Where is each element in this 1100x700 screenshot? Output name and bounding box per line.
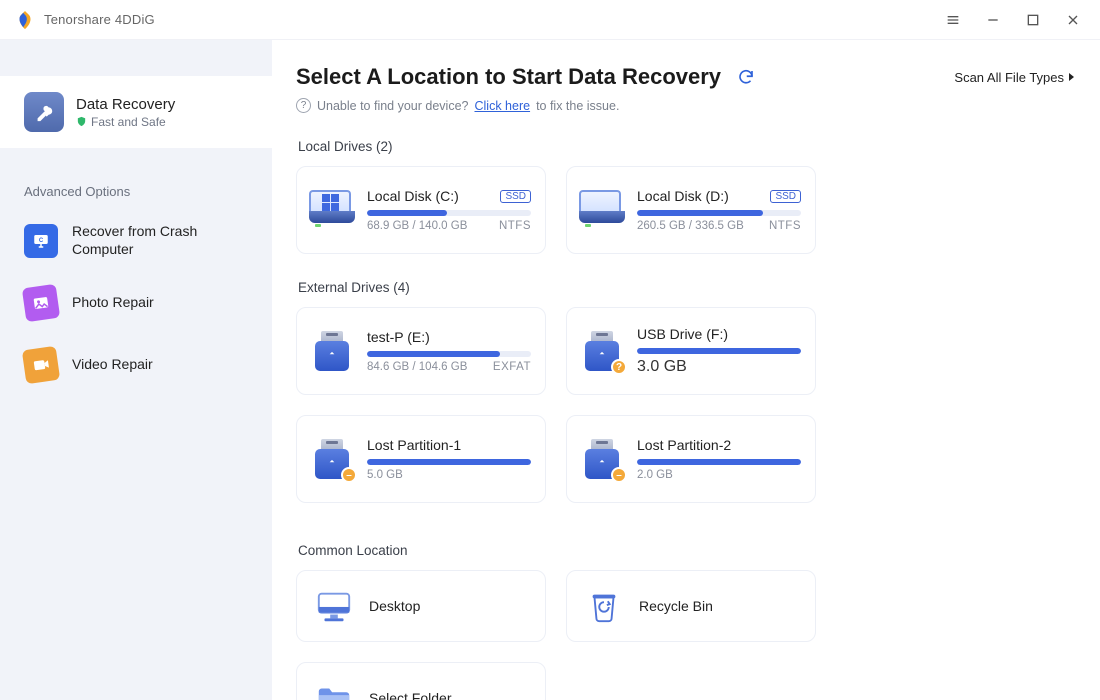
- brand-name: Tenorshare 4DDiG: [44, 12, 155, 27]
- drive-card-local-c[interactable]: Local Disk (C:) SSD 68.9 GB / 140.0 GB N…: [296, 166, 546, 254]
- advanced-options-label: Advanced Options: [0, 184, 272, 209]
- brand-logo-icon: [14, 9, 36, 31]
- drive-size: 3.0 GB: [637, 358, 801, 376]
- device-hint-link[interactable]: Click here: [474, 99, 530, 113]
- common-card-recycle[interactable]: Recycle Bin: [566, 570, 816, 642]
- minimize-icon[interactable]: [980, 7, 1006, 33]
- drive-name: Lost Partition-2: [637, 437, 731, 453]
- menu-icon[interactable]: [940, 7, 966, 33]
- photo-icon: [22, 284, 60, 322]
- close-icon[interactable]: [1060, 7, 1086, 33]
- maximize-icon[interactable]: [1020, 7, 1046, 33]
- capacity-bar: [367, 459, 531, 465]
- monitor-icon: C: [24, 224, 58, 258]
- drive-filesystem: NTFS: [769, 220, 801, 232]
- sidebar-primary-title: Data Recovery: [76, 96, 175, 113]
- capacity-bar: [637, 348, 801, 354]
- common-card-desktop[interactable]: Desktop: [296, 570, 546, 642]
- drive-size: 5.0 GB: [367, 469, 531, 481]
- device-hint: ? Unable to find your device? Click here…: [296, 98, 1076, 113]
- drive-card-external-f[interactable]: ? USB Drive (F:) 3.0 GB: [566, 307, 816, 395]
- help-icon: ?: [296, 98, 311, 113]
- recycle-bin-icon: [581, 586, 627, 626]
- common-name: Desktop: [369, 598, 420, 614]
- common-name: Select Folder: [369, 690, 451, 700]
- capacity-bar: [637, 459, 801, 465]
- drive-size: 2.0 GB: [637, 469, 801, 481]
- usb-icon: ?: [579, 331, 625, 371]
- drive-name: USB Drive (F:): [637, 326, 728, 342]
- tools-icon: [24, 92, 64, 132]
- video-icon: [22, 346, 60, 384]
- warning-badge-icon: –: [341, 467, 357, 483]
- sidebar-item-photo-repair[interactable]: Photo Repair: [0, 272, 272, 334]
- title-bar: Tenorshare 4DDiG: [0, 0, 1100, 40]
- scan-file-types-dropdown[interactable]: Scan All File Types: [954, 70, 1076, 85]
- hdd-icon: [309, 190, 355, 230]
- chevron-right-icon: [1068, 72, 1076, 82]
- capacity-bar: [367, 351, 531, 357]
- drive-size: 260.5 GB / 336.5 GB: [637, 220, 744, 232]
- section-label-local: Local Drives (2): [298, 139, 1076, 154]
- drive-card-lost-2[interactable]: – Lost Partition-2 2.0 GB: [566, 415, 816, 503]
- drive-card-lost-1[interactable]: – Lost Partition-1 5.0 GB: [296, 415, 546, 503]
- capacity-bar: [637, 210, 801, 216]
- sidebar: Data Recovery Fast and Safe Advanced Opt…: [0, 40, 272, 700]
- capacity-bar: [367, 210, 531, 216]
- drive-name: Lost Partition-1: [367, 437, 461, 453]
- sidebar-item-label: Photo Repair: [72, 294, 154, 312]
- warning-badge-icon: ?: [611, 359, 627, 375]
- drive-card-local-d[interactable]: Local Disk (D:) SSD 260.5 GB / 336.5 GB …: [566, 166, 816, 254]
- drive-name: test-P (E:): [367, 329, 430, 345]
- sidebar-primary-subtitle: Fast and Safe: [76, 115, 175, 129]
- section-label-common: Common Location: [298, 543, 1076, 558]
- desktop-icon: [311, 586, 357, 626]
- drive-filesystem: EXFAT: [493, 361, 531, 373]
- warning-badge-icon: –: [611, 467, 627, 483]
- sidebar-item-video-repair[interactable]: Video Repair: [0, 334, 272, 396]
- page-title: Select A Location to Start Data Recovery: [296, 64, 721, 90]
- ssd-badge: SSD: [500, 190, 531, 203]
- shield-check-icon: [76, 116, 87, 127]
- common-card-select-folder[interactable]: Select Folder: [296, 662, 546, 700]
- usb-icon: –: [579, 439, 625, 479]
- folder-icon: [311, 678, 357, 700]
- main-panel: Select A Location to Start Data Recovery…: [272, 40, 1100, 700]
- sidebar-item-label: Recover from Crash Computer: [72, 223, 222, 258]
- refresh-button[interactable]: [731, 62, 761, 92]
- sidebar-item-label: Video Repair: [72, 356, 153, 374]
- sidebar-item-data-recovery[interactable]: Data Recovery Fast and Safe: [0, 76, 272, 148]
- usb-icon: [309, 331, 355, 371]
- hdd-icon: [579, 190, 625, 230]
- ssd-badge: SSD: [770, 190, 801, 203]
- common-name: Recycle Bin: [639, 598, 713, 614]
- drive-size: 68.9 GB / 140.0 GB: [367, 220, 467, 232]
- drive-name: Local Disk (C:): [367, 188, 459, 204]
- usb-icon: –: [309, 439, 355, 479]
- drive-name: Local Disk (D:): [637, 188, 729, 204]
- section-label-external: External Drives (4): [298, 280, 1076, 295]
- svg-text:C: C: [39, 237, 44, 243]
- drive-card-external-e[interactable]: test-P (E:) 84.6 GB / 104.6 GB EXFAT: [296, 307, 546, 395]
- drive-size: 84.6 GB / 104.6 GB: [367, 361, 467, 373]
- sidebar-item-crash-recovery[interactable]: C Recover from Crash Computer: [0, 209, 272, 272]
- drive-filesystem: NTFS: [499, 220, 531, 232]
